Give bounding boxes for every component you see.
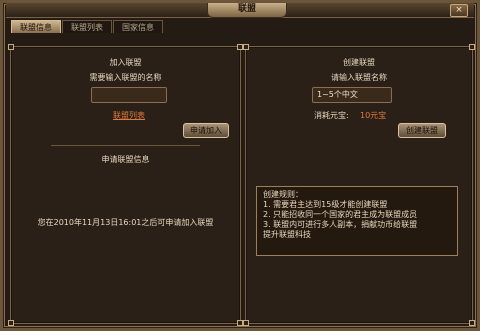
create-alliance-button[interactable]: 创建联盟	[398, 123, 446, 138]
rule-item: 1. 需要君主达到15级才能创建联盟	[263, 200, 388, 209]
join-alliance-panel: 加入联盟 需要输入联盟的名称 联盟列表 申请加入 申请联盟信息 您在2010年1…	[8, 44, 243, 326]
tab-alliance-list[interactable]: 联盟列表	[62, 20, 112, 33]
panel-corner	[469, 320, 475, 326]
close-button[interactable]: ×	[450, 4, 468, 17]
apply-time-message: 您在2010年11月13日16:01之后可申请加入联盟	[37, 218, 214, 227]
alliance-name-input[interactable]	[91, 87, 167, 103]
apply-info-heading: 申请联盟信息	[101, 155, 150, 164]
window-title: 联盟	[207, 3, 287, 18]
create-heading: 创建联盟	[343, 58, 375, 67]
title-bar[interactable]: 联盟 ×	[6, 3, 474, 18]
rule-item: 提升联盟科技	[263, 230, 311, 239]
alliance-window: 联盟 × 联盟信息 联盟列表 国家信息 加入联盟 需要输入联盟的名称 联盟列表 …	[0, 0, 480, 331]
creation-rules-box: 创建规则： 1. 需要君主达到15级才能创建联盟 2. 只能招收同一个国家的君主…	[256, 186, 458, 256]
panel-corner	[469, 44, 475, 50]
apply-join-button[interactable]: 申请加入	[183, 123, 229, 138]
alliance-list-link[interactable]: 联盟列表	[113, 110, 145, 121]
divider	[51, 145, 200, 146]
tab-country-info[interactable]: 国家信息	[113, 20, 163, 33]
panel-corner	[243, 44, 249, 50]
rule-item: 3. 联盟内可进行多人副本，捐献功币给联盟	[263, 220, 418, 229]
tab-alliance-info[interactable]: 联盟信息	[11, 20, 61, 33]
cost-label: 消耗元宝:	[314, 111, 349, 120]
rule-item: 2. 只能招收同一个国家的君主成为联盟成员	[263, 210, 418, 219]
cost-value: 10元宝	[360, 111, 387, 120]
panel-corner	[8, 44, 14, 50]
new-alliance-name-input[interactable]: 1~5个中文	[312, 87, 392, 103]
join-heading: 加入联盟	[109, 58, 142, 67]
create-alliance-panel: 创建联盟 请输入联盟名称 1~5个中文 消耗元宝: 10元宝 创建联盟 创建规则…	[243, 44, 475, 326]
join-prompt: 需要输入联盟的名称	[89, 73, 162, 82]
panel-corner	[8, 320, 14, 326]
panel-corner	[243, 320, 249, 326]
rules-title: 创建规则：	[263, 190, 303, 199]
create-prompt: 请输入联盟名称	[331, 73, 387, 82]
